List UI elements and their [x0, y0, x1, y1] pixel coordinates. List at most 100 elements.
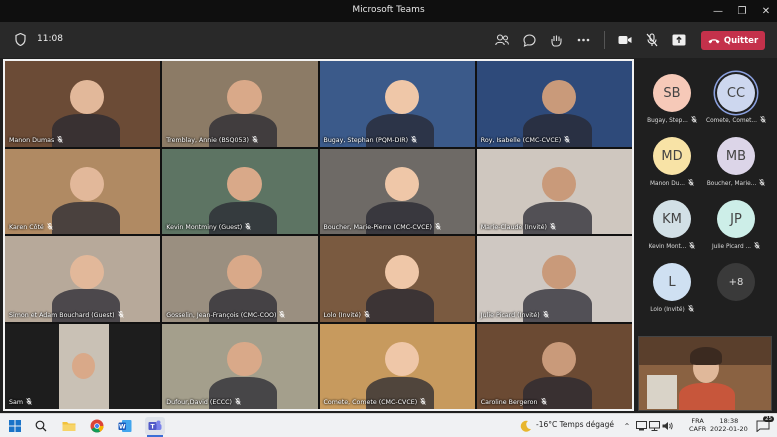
minimize-button[interactable]: — [707, 3, 729, 19]
mic-off-icon [550, 223, 556, 230]
video-tile[interactable]: Comete, Comete (CMC-CVCE) [319, 323, 475, 409]
participant-name: Manon Dumas [9, 135, 63, 144]
video-tile[interactable]: Marie-Claude (Invité) [476, 148, 632, 234]
video-tile[interactable]: Bugay, Stephan (PQM-DIR) [319, 61, 475, 147]
video-tile[interactable]: Sam [5, 323, 161, 409]
chrome-button[interactable] [89, 418, 105, 434]
mic-off-icon [435, 223, 441, 230]
mic-off-icon [760, 116, 766, 123]
person-head [227, 167, 262, 202]
avatar-initials: CC [726, 85, 746, 101]
more-actions-button[interactable] [573, 30, 593, 50]
video-grid: Manon Dumas Tremblay, Annie (BSQ053) Bug… [3, 59, 634, 411]
person-head [70, 79, 105, 114]
clock-time: 18:38 [719, 417, 739, 425]
mic-off-icon [57, 135, 63, 143]
video-tile[interactable]: Karen Côté [5, 148, 161, 234]
close-button[interactable]: ✕ [755, 3, 777, 19]
video-tile[interactable]: Roy, Isabelle (CMC-CVCE) [476, 61, 632, 147]
mic-off-icon [364, 310, 370, 318]
participant-avatar-card[interactable]: MD Manon Du... [641, 137, 703, 187]
person-head [227, 79, 262, 114]
video-tile[interactable]: Lolo (Invité) [319, 236, 475, 322]
participant-avatar-card[interactable]: JP Julie Picard ... [705, 200, 767, 250]
person-head [541, 167, 577, 202]
word-button[interactable]: W [117, 418, 133, 434]
participant-name: Tremblay, Annie (BSQ053) [166, 135, 258, 144]
start-button[interactable] [7, 418, 23, 434]
participants-button[interactable] [492, 30, 512, 50]
participant-avatar-card[interactable]: KM Kevin Mont... [641, 200, 703, 250]
share-button[interactable] [669, 30, 689, 50]
avatar-initials: KM [662, 211, 682, 227]
chat-icon [522, 33, 536, 47]
participant-avatar-card[interactable]: CC Comete, Comet... [705, 74, 767, 124]
camera-button[interactable] [615, 30, 635, 50]
share-tray-icon [672, 34, 686, 46]
person-head [70, 167, 105, 202]
self-view-video[interactable] [638, 336, 772, 411]
teams-button[interactable]: T [145, 417, 165, 435]
notifications-button[interactable]: 25 [754, 416, 774, 433]
avatar: CC [717, 74, 755, 112]
video-tile[interactable]: Kevin Montminy (Guest) [162, 148, 318, 234]
mic-off-icon [245, 223, 251, 230]
participant-name: Comete, Comete (CMC-CVCE) [324, 398, 427, 406]
more-participants-button[interactable]: +8 [705, 263, 767, 301]
person-head [227, 254, 262, 289]
participant-label: Comete, Comet... [705, 116, 767, 124]
chat-button[interactable] [519, 30, 539, 50]
file-explorer-button[interactable] [61, 418, 77, 434]
shield-icon [15, 33, 26, 46]
meeting-toolbar: 11:08 Quitter [0, 22, 777, 58]
video-tile[interactable]: Dufour,David (ECCC) [162, 323, 318, 409]
mute-button[interactable] [642, 30, 662, 50]
mic-off-icon [26, 398, 32, 405]
avatar-initials: JP [730, 211, 742, 227]
participant-name: Karen Côté [9, 223, 53, 231]
participant-name: Roy, Isabelle (CMC-CVCE) [481, 135, 570, 144]
system-clock[interactable]: 18:38 2022-01-20 [710, 417, 748, 433]
weather-text[interactable]: -16°C Temps dégagé [536, 420, 614, 429]
camera-icon [618, 36, 632, 44]
video-tile[interactable]: Gosselin, Jean-François (CMC-COO) [162, 236, 318, 322]
mic-off-icon [540, 398, 547, 405]
phone-hangup-icon [708, 38, 720, 43]
avatar: L [653, 263, 691, 301]
search-icon [35, 420, 47, 432]
mic-off-icon [688, 179, 694, 186]
raise-hand-button[interactable] [546, 30, 566, 50]
mic-off-icon [689, 242, 696, 249]
person-body [51, 201, 120, 234]
windows-logo-icon [9, 420, 21, 432]
avatar-initials: MB [725, 148, 747, 164]
video-tile[interactable]: Simon et Adam Bouchard (Guest) [5, 236, 161, 322]
leave-button-label: Quitter [723, 35, 759, 46]
video-tile[interactable]: Boucher, Marie-Pierre (CMC-CVCE) [319, 148, 475, 234]
mic-off-icon [688, 305, 694, 312]
participant-avatar-card[interactable]: SB Bugay, Step... [641, 74, 703, 124]
participant-avatar-card[interactable]: L Lolo (Invité) [641, 263, 703, 313]
video-tile[interactable]: Julie Picard (Invité) [476, 236, 632, 322]
weather-widget[interactable] [518, 418, 534, 434]
avatar: SB [653, 74, 691, 112]
chrome-icon [90, 419, 104, 433]
video-tile[interactable]: Tremblay, Annie (BSQ053) [162, 61, 318, 147]
mic-off-icon [47, 223, 53, 230]
video-tile[interactable]: Caroline Bergeron [476, 323, 632, 409]
maximize-button[interactable]: ❐ [731, 3, 753, 19]
participant-label: Lolo (Invité) [641, 305, 703, 313]
moon-icon [520, 420, 531, 432]
video-tile[interactable]: Manon Dumas [5, 61, 161, 147]
person-head [384, 79, 419, 114]
language-code: FRA [691, 417, 704, 425]
tray-app-icon [635, 421, 647, 431]
person-head [227, 342, 262, 377]
participant-avatar-card[interactable]: MB Boucher, Marie... [705, 137, 767, 187]
language-indicator[interactable]: FRA CAFR [689, 417, 706, 433]
leave-button[interactable]: Quitter [701, 31, 765, 50]
participant-name: Marie-Claude (Invité) [481, 223, 556, 231]
participant-name: Kevin Montminy (Guest) [166, 223, 251, 231]
search-button[interactable] [33, 418, 49, 434]
volume-button[interactable] [659, 418, 675, 434]
